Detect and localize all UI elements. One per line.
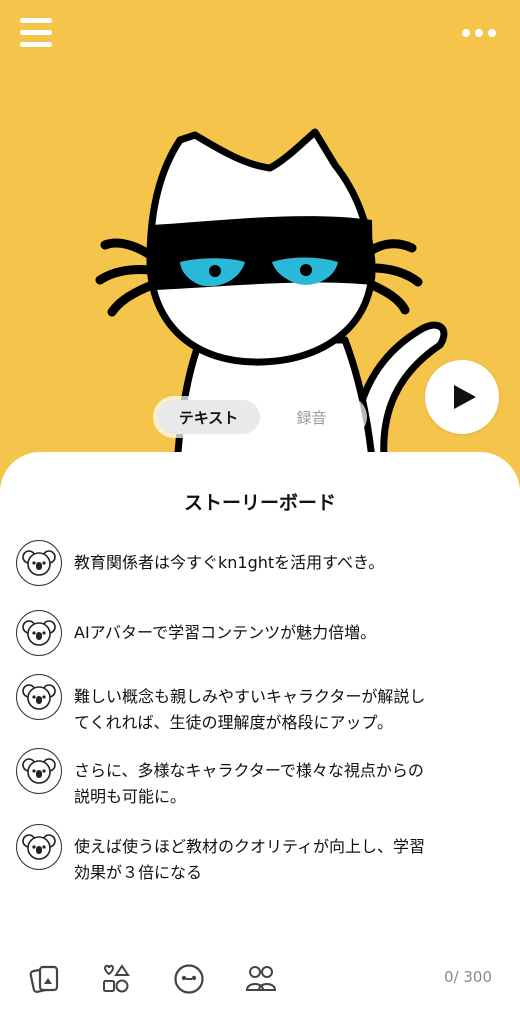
emoji-face-icon [174,964,204,994]
shapes-button[interactable] [97,960,135,998]
hamburger-menu-icon [20,18,52,23]
story-item[interactable]: 難しい概念も親しみやすいキャラクターが解説し てくれれば、生徒の理解度が格段にアッ… [16,674,506,736]
koala-avatar [16,748,62,794]
story-line: AIアバターで学習コンテンツが魅力倍増。 [74,623,377,642]
story-line: 説明も可能に。 [74,787,187,806]
bottom-toolbar: 0/ 300 [0,948,520,1008]
storyboard-title: ストーリーボード [183,492,336,514]
more-dots-icon [462,29,470,37]
story-item[interactable]: AIアバターで学習コンテンツが魅力倍増。 [16,610,506,656]
story-line: 使えば使うほど教材のクオリティが向上し、学習 [74,837,426,856]
koala-avatar [16,824,62,870]
play-icon [453,385,476,409]
shapes-icon [103,964,130,993]
story-list: 教育関係者は今すぐkn1ghtを活用すべき。 AIアバターで学習コンテンツが魅力… [16,540,506,906]
story-item[interactable]: 使えば使うほど教材のクオリティが向上し、学習 効果が３倍になる [16,824,506,886]
characters-icon [245,966,277,991]
cards-icon [29,965,59,993]
hero-panel: テキスト 録音 [0,0,520,500]
character-counter: 0/ 300 [444,968,492,986]
characters-button[interactable] [242,960,280,998]
koala-avatar [16,610,62,656]
cards-button[interactable] [26,960,64,998]
koala-avatar [16,540,62,586]
tab-recording[interactable]: 録音 [260,400,363,434]
koala-icon [22,834,56,860]
story-line: さらに、多様なキャラクターで様々な視点からの [74,761,424,780]
story-line: 効果が３倍になる [74,863,203,882]
story-text: 難しい概念も親しみやすいキャラクターが解説し てくれれば、生徒の理解度が格段にアッ… [74,674,425,736]
story-text: さらに、多様なキャラクターで様々な視点からの 説明も可能に。 [74,748,424,810]
koala-icon [22,550,56,576]
storyboard-sheet: ストーリーボード 教育関係者は今すぐkn1ghtを活用すべき。 AIアバターで学… [0,452,520,1024]
koala-icon [22,758,56,784]
story-text: 教育関係者は今すぐkn1ghtを活用すべき。 [74,540,384,576]
tab-text[interactable]: テキスト [157,400,260,434]
story-line: てくれれば、生徒の理解度が格段にアップ。 [74,713,394,732]
play-button[interactable] [425,360,499,434]
story-line: 難しい概念も親しみやすいキャラクターが解説し [74,687,426,706]
mode-toggle: テキスト 録音 [153,396,367,438]
koala-icon [22,684,56,710]
emoji-button[interactable] [170,960,208,998]
koala-avatar [16,674,62,720]
koala-icon [22,620,56,646]
menu-button[interactable] [20,18,54,50]
story-item[interactable]: 教育関係者は今すぐkn1ghtを活用すべき。 [16,540,506,586]
story-item[interactable]: さらに、多様なキャラクターで様々な視点からの 説明も可能に。 [16,748,506,810]
story-line: 教育関係者は今すぐkn1ghtを活用すべき。 [74,553,385,572]
story-text: 使えば使うほど教材のクオリティが向上し、学習 効果が３倍になる [74,824,425,886]
story-text: AIアバターで学習コンテンツが魅力倍増。 [74,610,376,646]
more-options-button[interactable] [462,25,496,41]
